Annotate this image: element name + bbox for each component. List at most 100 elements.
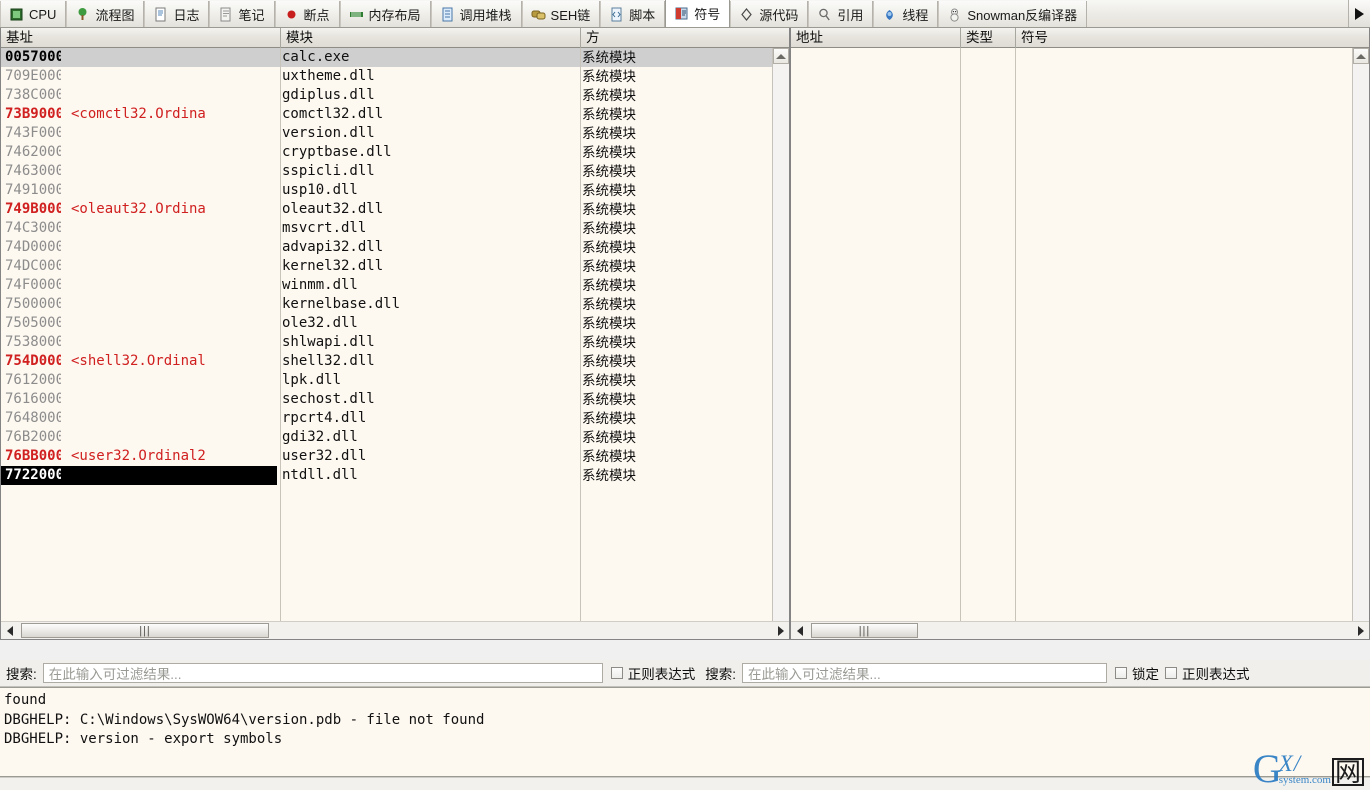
modules-hscroll-left-button[interactable]	[1, 622, 18, 639]
table-row[interactable]: 76BB0000 <user32.Ordinal2 user32.dll 系统模块	[1, 447, 789, 466]
modules-column-header-party[interactable]: 方	[581, 28, 774, 48]
modules-column-header-base[interactable]: 基址	[1, 28, 281, 48]
modules-column-header-module[interactable]: 模块	[281, 28, 581, 48]
module-name: ntdll.dll	[277, 466, 577, 485]
source-diamond-icon	[739, 7, 754, 22]
script-icon	[609, 7, 624, 22]
tab-断点[interactable]: 断点	[274, 1, 340, 27]
module-annotation	[61, 390, 277, 409]
symbols-rows-area[interactable]	[791, 48, 1369, 639]
modules-header-row[interactable]: 基址 模块 方	[1, 28, 789, 48]
main-tab-bar[interactable]: CPU 流程图 日志 笔记 断点 内存布局 调用堆栈 SEH链 脚本 符号 源代码 引用 线程 Snowm…	[0, 0, 1370, 28]
log-panel[interactable]: found DBGHELP: C:\Windows\SysWOW64\versio…	[0, 687, 1370, 777]
tab-内存布局[interactable]: 内存布局	[339, 1, 431, 27]
symbols-column-divider-1[interactable]	[960, 48, 961, 639]
symbols-list[interactable]: 地址 类型 符号 |||	[790, 28, 1370, 640]
modules-list[interactable]: 基址 模块 方 00570000 calc.exe 系统模块 709E0000 uxth…	[0, 28, 790, 640]
module-base-address: 76B20000	[5, 429, 61, 445]
module-annotation: <shell32.Ordinal	[71, 353, 206, 369]
table-row[interactable]: 738C0000 gdiplus.dll 系统模块	[1, 86, 789, 105]
symbols-hscroll-thumb[interactable]: |||	[811, 623, 918, 638]
table-row[interactable]: 00570000 calc.exe系统模块	[1, 48, 789, 67]
tab-脚本[interactable]: 脚本	[600, 1, 666, 27]
tab-label: 日志	[173, 8, 200, 23]
module-annotation	[61, 181, 277, 200]
module-name: shlwapi.dll	[282, 334, 375, 350]
memory-map-icon	[349, 7, 364, 22]
tab-CPU[interactable]: CPU	[0, 1, 67, 27]
module-party: 系统模块	[582, 164, 636, 179]
tab-调用堆栈[interactable]: 调用堆栈	[430, 1, 522, 27]
modules-column-divider-2[interactable]	[580, 48, 581, 639]
tab-引用[interactable]: 引用	[808, 1, 874, 27]
modules-regex-checkbox[interactable]	[610, 667, 623, 679]
table-row[interactable]: 74620000 cryptbase.dll 系统模块	[1, 143, 789, 162]
table-row[interactable]: 76160000 sechost.dll 系统模块	[1, 390, 789, 409]
symbols-hscroll-right-button[interactable]	[1352, 622, 1369, 639]
tab-符号[interactable]: 符号	[665, 0, 731, 27]
table-row[interactable]: 74C30000 msvcrt.dll 系统模块	[1, 219, 789, 238]
modules-hscroll-track[interactable]: |||	[18, 622, 772, 639]
table-row[interactable]: 74630000 sspicli.dll 系统模块	[1, 162, 789, 181]
table-row[interactable]: 709E0000 uxtheme.dll 系统模块	[1, 67, 789, 86]
symbols-column-divider-2[interactable]	[1015, 48, 1016, 639]
log-line: DBGHELP: version - export symbols	[4, 731, 283, 747]
table-row[interactable]: 743F0000 version.dll 系统模块	[1, 124, 789, 143]
tab-线程[interactable]: 线程	[873, 1, 939, 27]
module-name: uxtheme.dll	[282, 68, 375, 84]
modules-vertical-scrollbar[interactable]	[772, 48, 789, 639]
table-row[interactable]: 75050000 ole32.dll 系统模块	[1, 314, 789, 333]
symbols-column-header-symbol[interactable]: 符号	[1016, 28, 1353, 48]
tab-流程图[interactable]: 流程图	[66, 1, 145, 27]
table-row[interactable]: 75380000 shlwapi.dll 系统模块	[1, 333, 789, 352]
table-row[interactable]: 74D00000 advapi32.dll 系统模块	[1, 238, 789, 257]
module-base-address: 74D00000	[5, 239, 61, 255]
symbols-hscroll-track[interactable]: |||	[808, 622, 1352, 639]
table-row[interactable]: 73B90000 <comctl32.Ordina comctl32.dll 系统模块	[1, 105, 789, 124]
modules-hscroll-thumb[interactable]: |||	[21, 623, 269, 638]
table-row[interactable]: 77220000 ntdll.dll系统模块	[1, 466, 789, 485]
symbols-column-header-address[interactable]: 地址	[791, 28, 961, 48]
symbols-vertical-scrollbar[interactable]	[1352, 48, 1369, 639]
table-row[interactable]: 74DC0000 kernel32.dll 系统模块	[1, 257, 789, 276]
cpu-icon	[9, 7, 24, 22]
table-row[interactable]: 749B0000 <oleaut32.Ordina oleaut32.dll 系统模块	[1, 200, 789, 219]
tab-Snowman反编译器[interactable]: Snowman反编译器	[938, 1, 1088, 27]
modules-hscroll-right-button[interactable]	[772, 622, 789, 639]
log-horizontal-scrollbar[interactable]	[0, 777, 1370, 790]
symbols-column-header-type[interactable]: 类型	[961, 28, 1016, 48]
modules-scroll-up-button[interactable]	[773, 48, 789, 64]
arrow-up-icon	[1356, 53, 1366, 59]
notes-icon	[218, 7, 233, 22]
modules-search-input[interactable]: 在此输入可过滤结果...	[42, 663, 603, 683]
tab-SEH链[interactable]: SEH链	[521, 1, 601, 27]
table-row[interactable]: 76120000 lpk.dll 系统模块	[1, 371, 789, 390]
table-row[interactable]: 76B20000 gdi32.dll 系统模块	[1, 428, 789, 447]
table-row[interactable]: 754D0000 <shell32.Ordinal shell32.dll 系统模块	[1, 352, 789, 371]
module-party: 系统模块	[577, 466, 789, 485]
table-row[interactable]: 74F00000 winmm.dll 系统模块	[1, 276, 789, 295]
tab-日志[interactable]: 日志	[144, 1, 210, 27]
module-name: kernel32.dll	[282, 258, 384, 274]
module-base-address: 74620000	[5, 144, 61, 160]
symbols-regex-checkbox[interactable]	[1165, 667, 1178, 679]
modules-horizontal-scrollbar[interactable]: |||	[1, 621, 789, 639]
table-row[interactable]: 75000000 kernelbase.dll 系统模块	[1, 295, 789, 314]
module-party: 系统模块	[577, 48, 789, 67]
table-row[interactable]: 76480000 rpcrt4.dll 系统模块	[1, 409, 789, 428]
symbols-header-row[interactable]: 地址 类型 符号	[791, 28, 1369, 48]
tab-笔记[interactable]: 笔记	[209, 1, 275, 27]
symbols-scroll-up-button[interactable]	[1353, 48, 1369, 64]
module-party: 系统模块	[582, 259, 636, 274]
table-row[interactable]: 74910000 usp10.dll 系统模块	[1, 181, 789, 200]
modules-column-divider-1[interactable]	[280, 48, 281, 639]
modules-rows-area[interactable]: 00570000 calc.exe 系统模块 709E0000 uxtheme.dll 系…	[1, 48, 789, 639]
module-annotation: <oleaut32.Ordina	[71, 201, 206, 217]
symbols-horizontal-scrollbar[interactable]: |||	[791, 621, 1369, 639]
symbols-hscroll-left-button[interactable]	[791, 622, 808, 639]
symbols-search-input[interactable]: 在此输入可过滤结果...	[742, 663, 1108, 683]
tab-scroll-right-button[interactable]	[1348, 0, 1370, 27]
symbols-lock-checkbox[interactable]	[1115, 667, 1128, 679]
tab-源代码[interactable]: 源代码	[730, 1, 809, 27]
tab-label: 调用堆栈	[459, 8, 512, 23]
